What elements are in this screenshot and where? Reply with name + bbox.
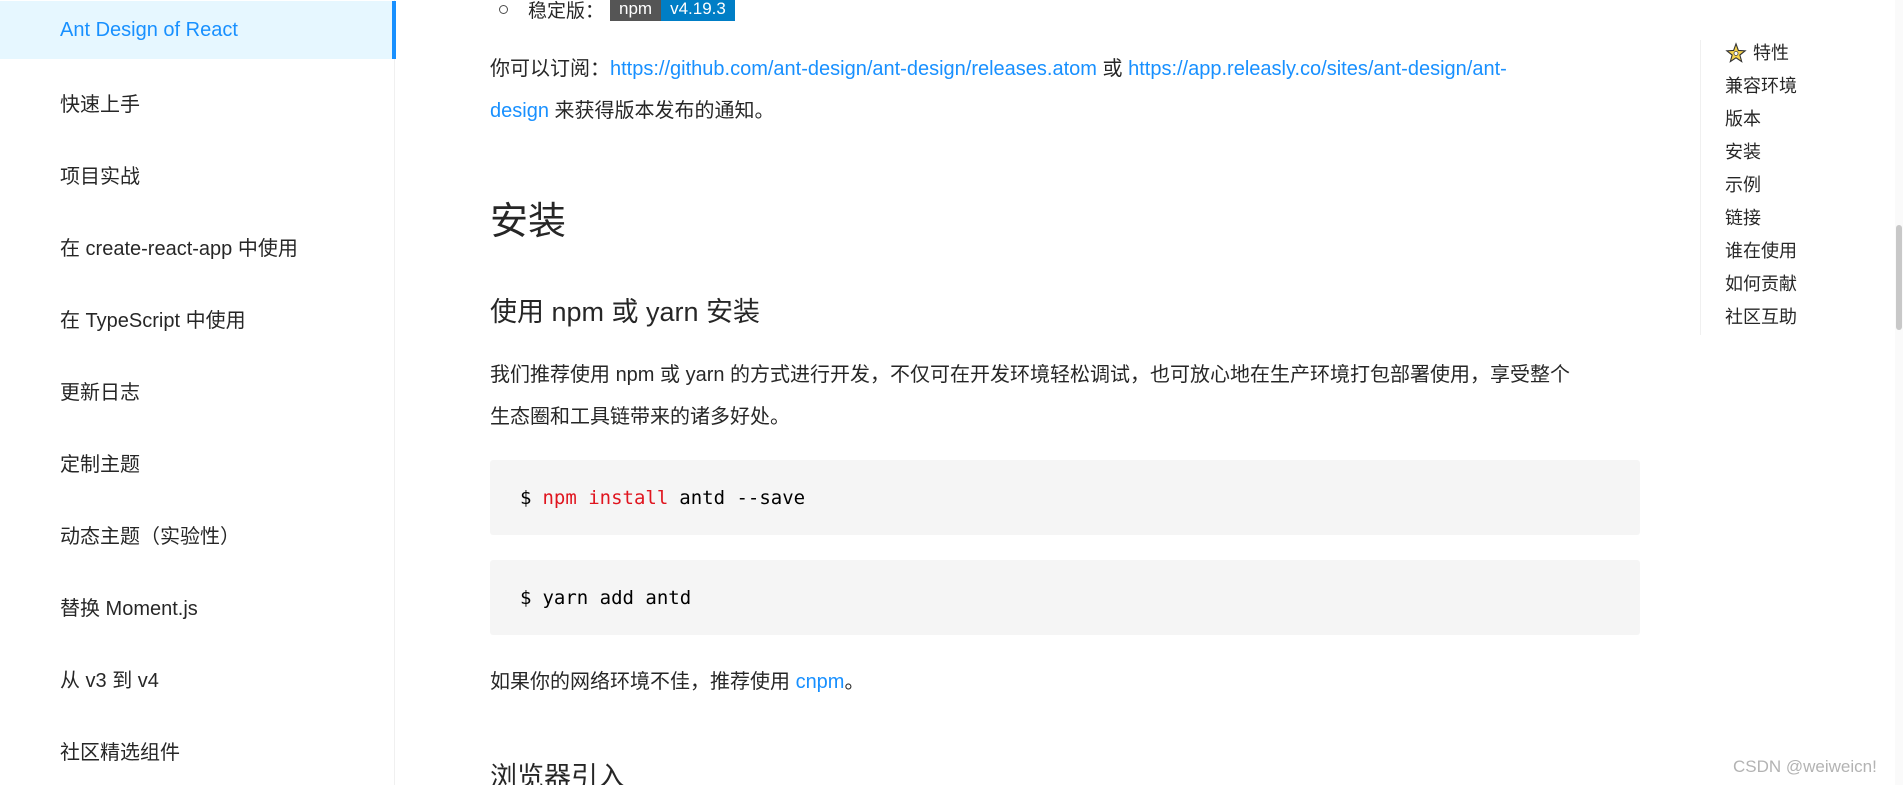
sidebar-item-changelog[interactable]: 更新日志 — [0, 361, 395, 419]
recommend-text: 或 — [654, 364, 686, 386]
sidebar-item-dynamic-theme[interactable]: 动态主题（实验性） — [0, 505, 395, 563]
code-args: antd --save — [679, 486, 806, 509]
sidebar-item-label: 社区精选组件 — [60, 741, 180, 764]
releasly-link[interactable]: https://app.releasly.co/sites/ant-design… — [1128, 58, 1507, 80]
npm-install-code-block[interactable]: $ npm install antd --save — [490, 460, 1640, 535]
browser-import-heading: 浏览器引入 — [490, 762, 625, 785]
sidebar-item-typescript[interactable]: 在 TypeScript 中使用 — [0, 289, 395, 347]
sidebar-item-label: 快速上手 — [60, 93, 140, 116]
toc-label: 安装 — [1725, 142, 1761, 162]
recommend-text: 的方式进行开发，不仅可在开发环境轻松调试，也可放心地在生产环境打包部署使用，享受… — [724, 364, 1571, 386]
recommend-text: 我们推荐使用 — [490, 364, 616, 386]
recommend-paragraph: 我们推荐使用 npm 或 yarn 的方式进行开发，不仅可在开发环境轻松调试，也… — [490, 354, 1640, 438]
subscribe-prefix: 你可以订阅： — [490, 58, 610, 80]
toc-label: 链接 — [1725, 208, 1761, 228]
recommend-yarn: yarn — [685, 364, 725, 386]
network-suffix: 。 — [844, 671, 865, 693]
sidebar-item-community-components[interactable]: 社区精选组件 — [0, 721, 395, 779]
recommend-npm: npm — [615, 364, 655, 386]
toc-item-links[interactable]: 链接 — [1725, 205, 1761, 231]
toc-item-example[interactable]: 示例 — [1725, 172, 1761, 198]
cnpm-link[interactable]: cnpm — [796, 671, 845, 693]
sidebar-item-ant-design-of-react[interactable]: Ant Design of React — [0, 1, 396, 59]
toc-item-compatibility[interactable]: 兼容环境 — [1725, 73, 1797, 99]
stable-version-label: 稳定版： — [528, 0, 605, 22]
anchor-toc: 特性 兼容环境 版本 安装 示例 链接 谁在使用 如何贡献 社区互助 — [1700, 40, 1850, 335]
badge-version: v4.19.3 — [661, 0, 735, 21]
toc-label: 谁在使用 — [1725, 241, 1797, 261]
toc-label: 兼容环境 — [1725, 76, 1797, 96]
toc-item-features[interactable]: 特性 — [1725, 40, 1789, 66]
sidebar-item-label: 在 TypeScript 中使用 — [60, 309, 246, 332]
network-paragraph: 如果你的网络环境不佳，推荐使用 cnpm。 — [490, 661, 1640, 703]
sidebar-item-label: Ant Design of React — [60, 18, 238, 41]
toc-item-install[interactable]: 安装 — [1725, 139, 1761, 165]
page: Ant Design of React 快速上手 项目实战 在 create-r… — [0, 0, 1903, 785]
sidebar-item-label: 项目实战 — [60, 165, 140, 188]
sidebar-item-label: 动态主题（实验性） — [60, 525, 240, 548]
code-command: npm install — [542, 486, 669, 509]
yarn-add-code-block[interactable]: $ yarn add antd — [490, 560, 1640, 635]
stable-version-row: 稳定版： npm v4.19.3 — [490, 0, 735, 24]
sidebar-item-replace-moment[interactable]: 替换 Moment.js — [0, 577, 395, 635]
subscribe-or: 或 — [1096, 58, 1129, 80]
code-command: yarn add antd — [542, 586, 692, 609]
network-text: 如果你的网络环境不佳，推荐使用 — [490, 671, 796, 693]
toc-label: 示例 — [1725, 175, 1761, 195]
toc-label: 特性 — [1753, 43, 1789, 63]
sidebar-item-label: 更新日志 — [60, 381, 140, 404]
sidebar-item-practical-project[interactable]: 项目实战 — [0, 145, 395, 203]
sidebar-item-label: 在 create-react-app 中使用 — [60, 237, 298, 260]
sidebar-item-label: 从 v3 到 v4 — [60, 669, 159, 692]
recommend-text: 生态圈和工具链带来的诸多好处。 — [490, 406, 790, 428]
toc-label: 社区互助 — [1725, 307, 1797, 327]
toc-item-contributing[interactable]: 如何贡献 — [1725, 271, 1797, 297]
sidebar-item-label: 替换 Moment.js — [60, 597, 198, 620]
install-heading: 安装 — [490, 201, 567, 243]
main-content: 稳定版： npm v4.19.3 你可以订阅：https://github.co… — [490, 0, 1640, 785]
code-prompt: $ — [520, 486, 532, 509]
sidebar-item-create-react-app[interactable]: 在 create-react-app 中使用 — [0, 217, 395, 275]
sidebar-item-v3-to-v4[interactable]: 从 v3 到 v4 — [0, 649, 395, 707]
scrollbar-track[interactable] — [1895, 0, 1903, 785]
toc-item-community-help[interactable]: 社区互助 — [1725, 304, 1797, 330]
sidebar-item-quick-start[interactable]: 快速上手 — [0, 73, 395, 131]
toc-item-version[interactable]: 版本 — [1725, 106, 1761, 132]
badge-label: npm — [610, 0, 662, 21]
bullet-icon — [499, 4, 508, 14]
sidebar-item-customize-theme[interactable]: 定制主题 — [0, 433, 395, 491]
toc-label: 如何贡献 — [1725, 274, 1797, 294]
code-prompt: $ — [520, 586, 532, 609]
subscribe-suffix: 来获得版本发布的通知。 — [548, 100, 775, 122]
toc-label: 版本 — [1725, 109, 1761, 129]
sparkle-icon — [1725, 42, 1747, 63]
sidebar-item-label: 定制主题 — [60, 453, 140, 476]
scrollbar-thumb[interactable] — [1896, 225, 1902, 330]
watermark: CSDN @weiweicn! — [1733, 757, 1877, 776]
npm-yarn-heading: 使用 npm 或 yarn 安装 — [490, 297, 761, 327]
npm-version-badge[interactable]: npm v4.19.3 — [610, 0, 735, 21]
subscribe-paragraph: 你可以订阅：https://github.com/ant-design/ant-… — [490, 48, 1640, 132]
toc-item-who-uses[interactable]: 谁在使用 — [1725, 238, 1797, 264]
releasly-link-continued[interactable]: design — [490, 100, 549, 122]
sidebar-menu: Ant Design of React 快速上手 项目实战 在 create-r… — [0, 0, 396, 785]
releases-atom-link[interactable]: https://github.com/ant-design/ant-design… — [610, 58, 1097, 80]
